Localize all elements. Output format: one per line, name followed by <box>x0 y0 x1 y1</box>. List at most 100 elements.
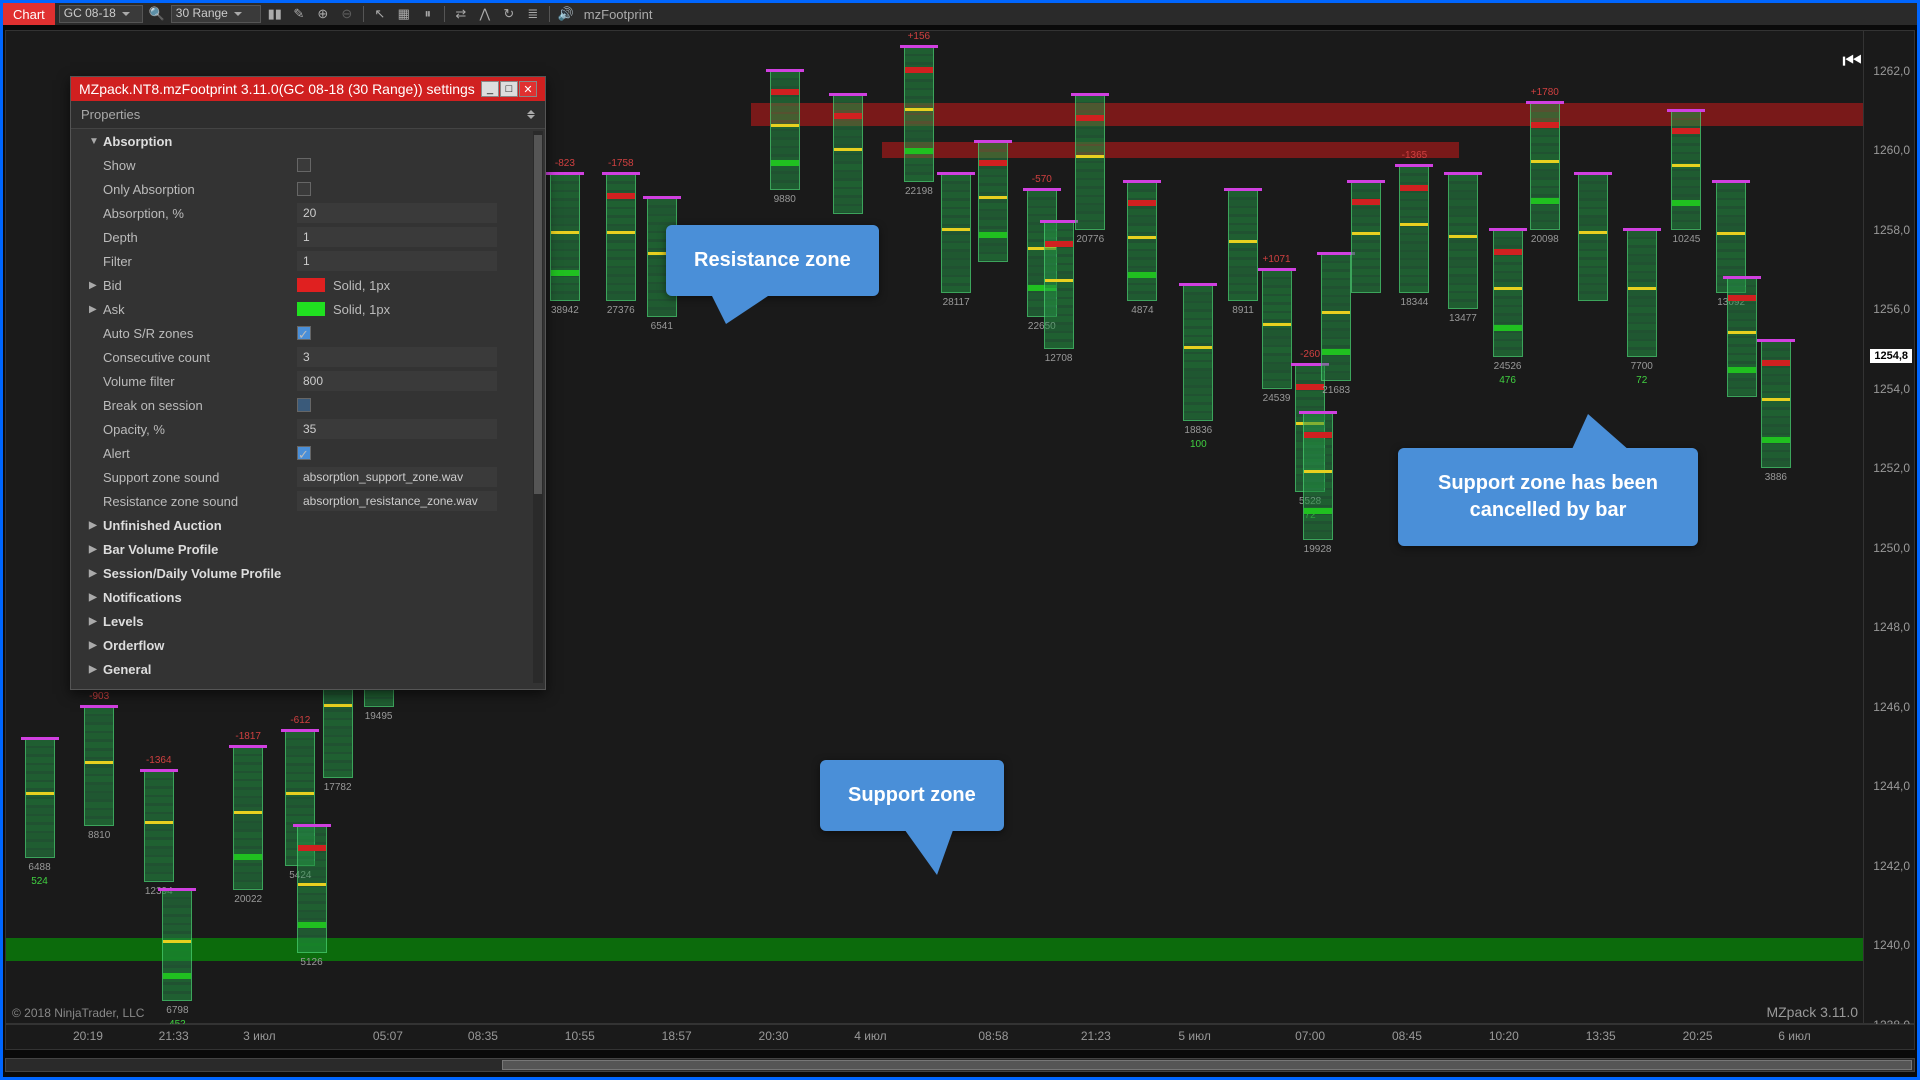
footprint-bar[interactable]: 6798452 <box>160 890 194 1001</box>
row-consecutive[interactable]: Consecutive count <box>71 345 545 369</box>
footprint-bar[interactable]: 12394-1364 <box>142 771 176 882</box>
footprint-bar[interactable]: 10245 <box>1669 111 1703 230</box>
row-alert[interactable]: Alert✓ <box>71 441 545 465</box>
footprint-bar[interactable]: 38942-823 <box>548 174 582 301</box>
footprint-bar[interactable] <box>1576 174 1610 301</box>
bars-icon[interactable]: ▮▮ <box>265 5 285 23</box>
footprint-bar[interactable]: 4874 <box>1125 182 1159 301</box>
bar-delta-top: -612 <box>290 715 310 726</box>
group-absorption[interactable]: ▼Absorption <box>71 129 545 153</box>
checkbox-alert[interactable]: ✓ <box>297 446 311 460</box>
bar-volume: 6798 <box>166 1005 188 1016</box>
footprint-bar[interactable] <box>831 95 865 214</box>
instrument-dropdown[interactable]: GC 08-18 <box>59 5 143 23</box>
data-icon[interactable]: ▦ <box>394 5 414 23</box>
group-session-vp[interactable]: ▶Session/Daily Volume Profile <box>71 561 545 585</box>
checkbox-break-session[interactable] <box>297 398 311 412</box>
cursor-icon[interactable]: ↖ <box>370 5 390 23</box>
bar-volume: 3886 <box>1765 472 1787 483</box>
input-consecutive[interactable] <box>297 347 497 367</box>
footprint-bar[interactable] <box>1725 278 1759 397</box>
input-resistance-sound[interactable] <box>297 491 497 511</box>
row-volume-filter[interactable]: Volume filter <box>71 369 545 393</box>
row-break-session[interactable]: Break on session <box>71 393 545 417</box>
time-axis[interactable]: 20:1921:333 июл05:0708:3510:5518:5720:30… <box>5 1024 1915 1050</box>
group-orderflow[interactable]: ▶Orderflow <box>71 633 545 657</box>
row-support-sound[interactable]: Support zone sound <box>71 465 545 489</box>
price-tick: 1240,0 <box>1873 938 1910 952</box>
dialog-scrollbar[interactable] <box>533 131 543 683</box>
properties-header[interactable]: Properties <box>71 101 545 129</box>
swatch-ask <box>297 302 325 316</box>
footprint-bar[interactable]: 8810-903 <box>82 707 116 826</box>
footprint-bar[interactable]: 28117 <box>939 174 973 293</box>
row-bid[interactable]: ▶BidSolid, 1px <box>71 273 545 297</box>
row-depth[interactable]: Depth <box>71 225 545 249</box>
search-icon[interactable]: 🔍 <box>147 5 167 23</box>
footprint-bar[interactable]: 19928 <box>1301 413 1335 540</box>
footprint-bar[interactable]: 12708 <box>1042 222 1076 349</box>
footprint-bar[interactable] <box>976 142 1010 261</box>
footprint-bar[interactable]: 20776 <box>1073 95 1107 230</box>
footprint-bar[interactable]: 24526476 <box>1491 230 1525 357</box>
footprint-bar[interactable]: 6488524 <box>23 739 57 858</box>
row-show[interactable]: Show <box>71 153 545 177</box>
group-levels[interactable]: ▶Levels <box>71 609 545 633</box>
row-opacity[interactable]: Opacity, % <box>71 417 545 441</box>
zoom-in-icon[interactable]: ⊕ <box>313 5 333 23</box>
dialog-scrollbar-thumb[interactable] <box>534 135 542 494</box>
input-volume-filter[interactable] <box>297 371 497 391</box>
footprint-bar[interactable]: 9880 <box>768 71 802 190</box>
row-resistance-sound[interactable]: Resistance zone sound <box>71 489 545 513</box>
draw-icon[interactable]: ✎ <box>289 5 309 23</box>
list-icon[interactable]: ≣ <box>523 5 543 23</box>
group-unfinished[interactable]: ▶Unfinished Auction <box>71 513 545 537</box>
input-absorption-pct[interactable] <box>297 203 497 223</box>
goto-last-bar-icon[interactable]: ⏮ <box>1842 48 1862 74</box>
group-general[interactable]: ▶General <box>71 657 545 681</box>
bar-delta-top: -1365 <box>1402 150 1428 161</box>
input-depth[interactable] <box>297 227 497 247</box>
footprint-bar[interactable]: 24539+1071 <box>1260 270 1294 389</box>
dialog-close-icon[interactable]: ✕ <box>519 81 537 97</box>
row-only-absorption[interactable]: Only Absorption <box>71 177 545 201</box>
group-notifications[interactable]: ▶Notifications <box>71 585 545 609</box>
price-axis[interactable]: 1262,01260,01258,01256,01254,01252,01250… <box>1863 30 1915 1024</box>
footprint-bar[interactable]: 18344-1365 <box>1397 166 1431 293</box>
checkbox-only-absorption[interactable] <box>297 182 311 196</box>
trend-icon[interactable]: ⋀ <box>475 5 495 23</box>
checkbox-auto-sr[interactable]: ✓ <box>297 326 311 340</box>
chart-tab[interactable]: Chart <box>3 3 55 25</box>
footprint-bar[interactable]: 27376-1758 <box>604 174 638 301</box>
refresh-icon[interactable]: ↻ <box>499 5 519 23</box>
dialog-maximize-icon[interactable]: □ <box>500 81 518 97</box>
link-icon[interactable]: ⇄ <box>451 5 471 23</box>
input-support-sound[interactable] <box>297 467 497 487</box>
footprint-bar[interactable]: 22198+156 <box>902 47 936 182</box>
h-scrollbar[interactable] <box>5 1058 1915 1072</box>
row-auto-sr[interactable]: Auto S/R zones✓ <box>71 321 545 345</box>
footprint-bar[interactable] <box>1349 182 1383 293</box>
footprint-bar[interactable]: 3886 <box>1759 341 1793 468</box>
row-filter[interactable]: Filter <box>71 249 545 273</box>
checkbox-show[interactable] <box>297 158 311 172</box>
footprint-bar[interactable]: 13477 <box>1446 174 1480 309</box>
footprint-bar[interactable]: 770072 <box>1625 230 1659 357</box>
zoom-out-icon[interactable]: ⊖ <box>337 5 357 23</box>
footprint-bar[interactable]: 18836100 <box>1181 285 1215 420</box>
dialog-titlebar[interactable]: MZpack.NT8.mzFootprint 3.11.0(GC 08-18 (… <box>71 77 545 101</box>
input-filter[interactable] <box>297 251 497 271</box>
range-dropdown[interactable]: 30 Range <box>171 5 261 23</box>
footprint-bar[interactable]: 5126 <box>295 826 329 953</box>
row-absorption-pct[interactable]: Absorption, % <box>71 201 545 225</box>
footprint-bar[interactable]: 20098+1780 <box>1528 103 1562 230</box>
h-scrollbar-thumb[interactable] <box>502 1060 1912 1070</box>
row-ask[interactable]: ▶AskSolid, 1px <box>71 297 545 321</box>
pause-icon[interactable]: ⏸ <box>418 5 438 23</box>
group-bar-vp[interactable]: ▶Bar Volume Profile <box>71 537 545 561</box>
footprint-bar[interactable]: 8911 <box>1226 190 1260 301</box>
sound-icon[interactable]: 🔊 <box>556 5 576 23</box>
input-opacity[interactable] <box>297 419 497 439</box>
dialog-minimize-icon[interactable]: _ <box>481 81 499 97</box>
footprint-bar[interactable]: 20022-1817 <box>231 747 265 890</box>
